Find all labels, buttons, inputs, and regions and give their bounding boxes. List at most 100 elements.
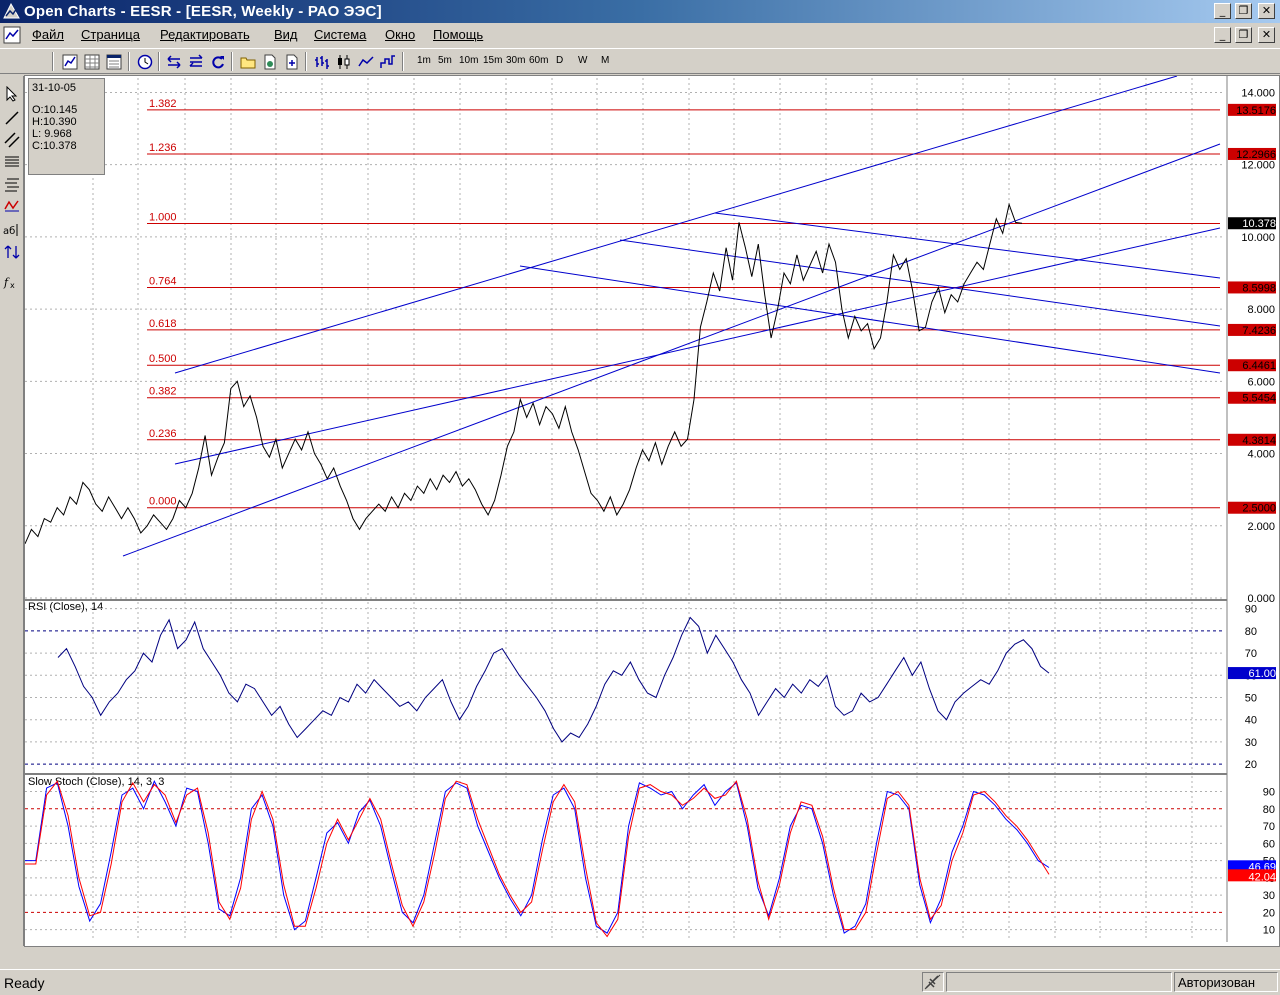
interval-30m-button[interactable]: 30m [506,55,525,66]
text-cursor-icon: аб [3,224,18,237]
zigzag-tool[interactable] [2,196,22,216]
table-icon [84,54,100,69]
menu-view[interactable]: Вид [274,27,298,42]
fibonacci-tool[interactable] [2,152,22,172]
save-button[interactable] [260,51,280,72]
stoch-tick-label: 90 [1263,787,1275,799]
stoch-tick-label: 80 [1263,804,1275,816]
restore-icon: ❐ [1238,4,1249,17]
levels-icon [5,178,19,192]
rsi-tick-label: 80 [1245,626,1257,638]
minimize-icon: _ [1219,28,1226,41]
fib-ratio-label: 0.000 [149,496,177,508]
ohlc-close: C:10.378 [32,140,77,152]
interval-15m-button[interactable]: 15m [483,55,502,66]
indicator-tool[interactable] [2,242,22,262]
title-bar[interactable]: Open Charts - EESR - [EESR, Weekly - РАО… [0,0,1280,23]
horizontal-lines-icon [5,156,19,167]
channel-tool[interactable] [2,130,22,150]
chart-window-icon[interactable] [3,26,21,44]
line-chart-button[interactable] [60,51,80,72]
restore-button[interactable]: ❐ [1235,3,1252,19]
stoch-tick-label: 30 [1263,890,1275,902]
bar-chart-type-button[interactable] [312,51,332,72]
mdi-restore-button[interactable]: ❐ [1235,27,1252,43]
price-tick-label: 8.000 [1247,304,1275,316]
chart-area[interactable]: 14.000 12.000 10.000 8.000 6.000 4.000 2.000 0.… [24,75,1280,947]
interval-10m-button[interactable]: 10m [459,55,478,66]
rsi-tick-label: 20 [1245,759,1257,771]
refresh-icon [212,55,224,68]
stoch-k-line [25,779,1050,934]
clock-button[interactable] [135,51,155,72]
scroll-right-button[interactable] [186,51,206,72]
menu-help[interactable]: Помощь [433,27,483,42]
stoch-panel-title: Slow Stoch (Close), 14, 3, 3 [28,776,164,788]
line-type-icon [358,55,374,66]
table-button[interactable] [82,51,102,72]
drawing-tools-panel: аб fx [0,76,24,946]
fib-value-tag-label: 8.5998 [1242,282,1276,294]
open-button[interactable] [238,51,258,72]
status-panel-empty [946,972,1172,992]
fib-ratio-label: 0.382 [149,386,177,398]
mdi-minimize-button[interactable]: _ [1214,27,1231,43]
open-folder-icon [240,57,256,68]
document-icon [264,54,276,69]
candle-chart-type-button[interactable] [334,51,354,72]
fib-value-tag-label: 6.4461 [1242,360,1276,372]
fib-ratio-label: 0.236 [149,428,177,440]
arrows-left-icon [167,54,181,69]
close-button[interactable]: ✕ [1258,3,1275,19]
rsi-tick-label: 70 [1245,648,1257,660]
document-export-icon [286,54,298,69]
interval-weekly-button[interactable]: W [578,55,587,66]
toolbar-separator [158,52,160,71]
menu-window[interactable]: Окно [385,27,415,42]
close-icon: ✕ [1261,4,1272,17]
grid-button[interactable] [104,51,124,72]
minimize-button[interactable]: _ [1214,3,1231,19]
fib-ratio-label: 0.500 [149,353,177,365]
levels-tool[interactable] [2,174,22,194]
pointer-tool[interactable] [2,84,22,104]
menu-bar: Файл Страница Редактировать Вид Система … [0,23,1280,47]
export-button[interactable] [282,51,302,72]
menu-page[interactable]: Страница [81,27,140,42]
fib-ratio-label: 0.618 [149,318,177,330]
refresh-button[interactable] [208,51,228,72]
interval-60m-button[interactable]: 60m [529,55,548,66]
fib-ratio-label: 0.764 [149,275,177,287]
grid-icon [106,54,122,69]
rsi-series-line [57,616,1050,743]
toolbar-separator [231,52,233,71]
svg-text:f: f [3,276,10,289]
mdi-close-button[interactable]: ✕ [1258,27,1275,43]
menu-edit[interactable]: Редактировать [160,27,250,42]
clock-icon [137,54,153,69]
stoch-tick-label: 20 [1263,907,1275,919]
interval-monthly-button[interactable]: M [601,55,609,66]
trend-channel-line [174,76,1178,374]
formula-tool[interactable]: fx [2,272,22,292]
scroll-left-button[interactable] [164,51,184,72]
function-icon: fx [3,276,15,290]
step-chart-type-button[interactable] [378,51,398,72]
fib-value-tag-label: 13.5176 [1236,105,1276,117]
interval-5m-button[interactable]: 5m [438,55,452,66]
line-chart-type-button[interactable] [356,51,376,72]
menu-system[interactable]: Система [314,27,366,42]
menu-file[interactable]: Файл [32,27,64,42]
interval-daily-button[interactable]: D [556,55,563,66]
interval-1m-button[interactable]: 1m [417,55,431,66]
fib-value-tag-label: 5.5454 [1242,393,1276,405]
trendline-tool[interactable] [2,108,22,128]
price-tick-label: 10.000 [1241,232,1275,244]
chart-canvas[interactable]: 14.000 12.000 10.000 8.000 6.000 4.000 2.000 0.… [25,76,1279,946]
stoch-d-value-label: 42.04 [1248,871,1276,883]
app-logo-icon [3,3,20,19]
text-tool[interactable]: аб [2,220,22,240]
price-tick-label: 6.000 [1247,376,1275,388]
fib-value-tag-label: 4.3814 [1242,435,1276,447]
indicator-arrows-icon [4,245,20,259]
